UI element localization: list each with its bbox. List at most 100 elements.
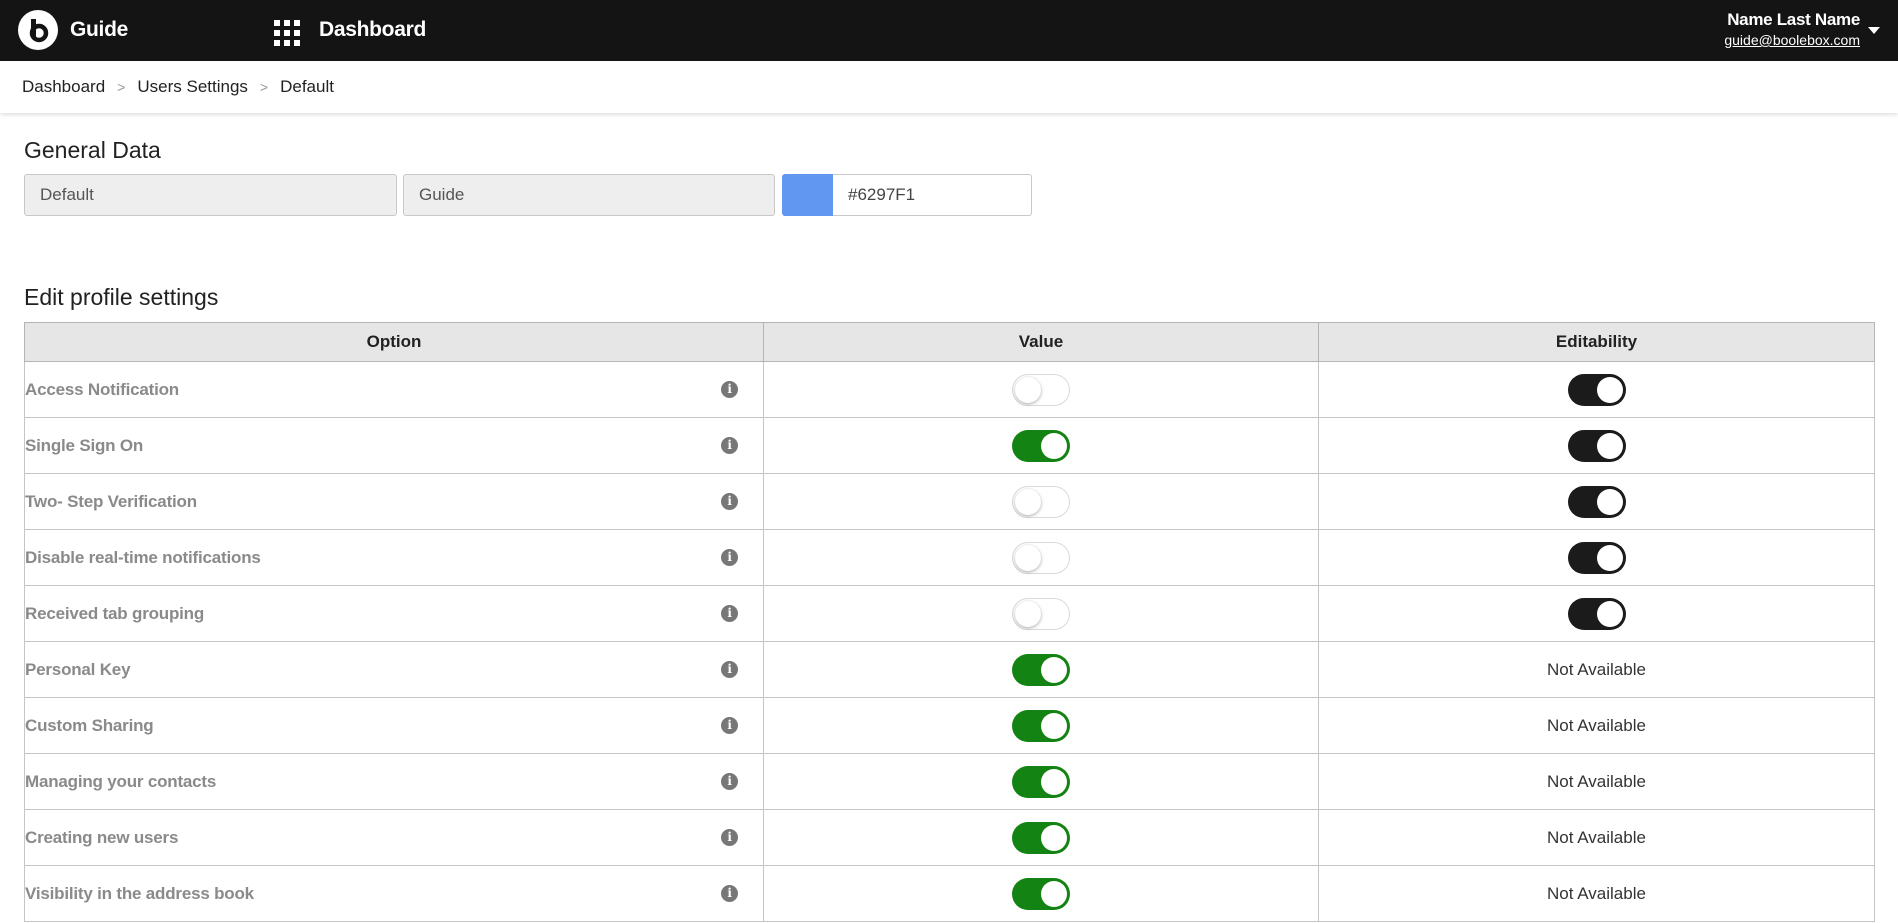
option-cell: Custom Sharing i [24, 697, 764, 754]
table-row: Single Sign On i [24, 417, 1875, 474]
not-available-label: Not Available [1547, 771, 1646, 791]
toggle-knob [1596, 544, 1623, 571]
value-toggle[interactable] [1012, 373, 1070, 406]
not-available-label: Not Available [1547, 883, 1646, 903]
editability-cell: Not Available [1318, 641, 1875, 698]
info-icon[interactable]: i [721, 380, 738, 398]
table-row: Visibility in the address book i Not Avail… [24, 865, 1875, 922]
info-icon[interactable]: i [721, 828, 738, 846]
value-toggle[interactable] [1012, 429, 1070, 462]
profile-name-field[interactable]: Default [24, 174, 397, 216]
table-row: Managing your contacts i Not Available [24, 753, 1875, 810]
editability-toggle[interactable] [1567, 373, 1626, 406]
value-toggle[interactable] [1012, 709, 1070, 742]
apps-grid-icon[interactable] [274, 20, 300, 46]
user-email[interactable]: guide@boolebox.com [1724, 32, 1860, 48]
info-icon[interactable]: i [721, 548, 738, 566]
editability-cell: Not Available [1318, 697, 1875, 754]
option-label: Managing your contacts [25, 771, 217, 791]
toggle-knob [1041, 880, 1067, 907]
info-icon[interactable]: i [721, 604, 738, 622]
toggle-knob [1041, 768, 1067, 795]
value-toggle[interactable] [1012, 597, 1070, 630]
editability-toggle[interactable] [1567, 485, 1626, 518]
value-cell [763, 753, 1319, 810]
color-hex-field[interactable]: #6297F1 [833, 174, 1032, 216]
toggle-knob [1015, 544, 1041, 571]
value-toggle[interactable] [1012, 653, 1070, 686]
info-icon[interactable]: i [721, 884, 738, 902]
value-cell [763, 809, 1319, 866]
option-cell: Two- Step Verification i [24, 473, 764, 530]
info-icon[interactable]: i [721, 716, 738, 734]
toggle-knob [1015, 376, 1041, 403]
section-title[interactable]: Dashboard [319, 18, 426, 42]
info-icon[interactable]: i [721, 660, 738, 678]
info-icon[interactable]: i [721, 492, 738, 510]
option-cell: Received tab grouping i [24, 585, 764, 642]
app-name[interactable]: Guide [70, 18, 128, 42]
info-icon[interactable]: i [721, 436, 738, 454]
value-cell [763, 417, 1319, 474]
editability-cell [1318, 361, 1875, 418]
value-cell [763, 865, 1319, 922]
toggle-knob [1596, 376, 1623, 403]
breadcrumb-separator: > [259, 79, 269, 95]
option-label: Custom Sharing [25, 715, 154, 735]
option-label: Visibility in the address book [25, 883, 254, 903]
not-available-label: Not Available [1547, 715, 1646, 735]
option-cell: Disable real-time notifications i [24, 529, 764, 586]
settings-table: Option Value Editability Access Notifica… [24, 322, 1875, 922]
option-label: Two- Step Verification [25, 491, 197, 511]
option-label: Personal Key [25, 659, 131, 679]
breadcrumb-separator: > [117, 79, 126, 95]
not-available-label: Not Available [1547, 827, 1646, 847]
toggle-knob [1015, 600, 1041, 627]
edit-profile-settings-title: Edit profile settings [24, 284, 219, 310]
profile-description-field[interactable]: Guide [403, 174, 775, 216]
value-toggle[interactable] [1012, 821, 1070, 854]
table-row: Access Notification i [24, 361, 1875, 418]
option-cell: Creating new users i [24, 809, 764, 866]
value-cell [763, 529, 1319, 586]
table-row: Received tab grouping i [24, 585, 1875, 642]
value-toggle[interactable] [1012, 485, 1070, 518]
editability-cell [1318, 529, 1875, 586]
not-available-label: Not Available [1547, 659, 1646, 679]
toggle-knob [1041, 656, 1067, 683]
option-cell: Personal Key i [24, 641, 764, 698]
table-header-row: Option Value Editability [24, 322, 1875, 362]
toggle-knob [1596, 432, 1623, 459]
info-icon[interactable]: i [721, 772, 738, 790]
breadcrumb-dashboard[interactable]: Dashboard [22, 77, 105, 97]
value-cell [763, 697, 1319, 754]
value-cell [763, 641, 1319, 698]
boolebox-logo-icon[interactable] [18, 10, 58, 50]
value-cell [763, 361, 1319, 418]
editability-cell: Not Available [1318, 753, 1875, 810]
toggle-knob [1041, 712, 1067, 739]
table-row: Creating new users i Not Available [24, 809, 1875, 866]
value-toggle[interactable] [1012, 765, 1070, 798]
user-menu-caret-icon[interactable] [1868, 27, 1880, 34]
editability-cell [1318, 417, 1875, 474]
toggle-knob [1596, 600, 1623, 627]
table-row: Two- Step Verification i [24, 473, 1875, 530]
value-cell [763, 473, 1319, 530]
editability-toggle[interactable] [1567, 429, 1626, 462]
breadcrumb-users-settings[interactable]: Users Settings [137, 77, 248, 97]
editability-toggle[interactable] [1567, 597, 1626, 630]
option-cell: Managing your contacts i [24, 753, 764, 810]
editability-toggle[interactable] [1567, 541, 1626, 574]
user-name[interactable]: Name Last Name [1727, 10, 1860, 30]
top-navbar: Guide Dashboard Name Last Name guide@boo… [0, 0, 1898, 61]
column-header-value: Value [763, 322, 1319, 362]
value-toggle[interactable] [1012, 541, 1070, 574]
option-label: Disable real-time notifications [25, 547, 261, 567]
editability-cell [1318, 473, 1875, 530]
toggle-knob [1041, 432, 1067, 459]
option-cell: Single Sign On i [24, 417, 764, 474]
value-toggle[interactable] [1012, 877, 1070, 910]
option-cell: Access Notification i [24, 361, 764, 418]
color-swatch[interactable] [782, 174, 834, 216]
